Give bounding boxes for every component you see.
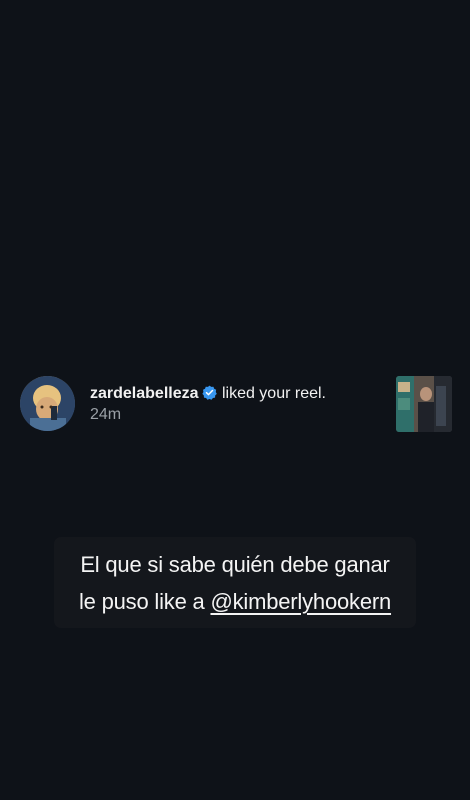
notification-time: 24m xyxy=(90,406,122,423)
username[interactable]: zardelabelleza xyxy=(90,385,199,402)
notification-text: zardelabelleza liked your reel. 24m xyxy=(90,383,330,425)
like-notification[interactable]: zardelabelleza liked your reel. 24m xyxy=(20,376,452,432)
avatar-image xyxy=(20,376,75,431)
story-caption: El que si sabe quién debe ganar le puso … xyxy=(54,537,416,628)
reel-thumbnail[interactable] xyxy=(396,376,452,432)
mention-link[interactable]: @kimberlyhookern xyxy=(210,589,391,614)
verified-badge-icon xyxy=(201,385,217,400)
profile-avatar[interactable] xyxy=(20,376,75,431)
caption-line-2-prefix: le puso like a xyxy=(78,589,211,614)
notification-action: liked your reel. xyxy=(221,385,326,402)
caption-line-2: le puso like a @kimberlyhookern xyxy=(62,583,408,620)
caption-line-1: El que si sabe quién debe ganar xyxy=(80,552,390,577)
reel-thumbnail-image xyxy=(396,376,452,432)
